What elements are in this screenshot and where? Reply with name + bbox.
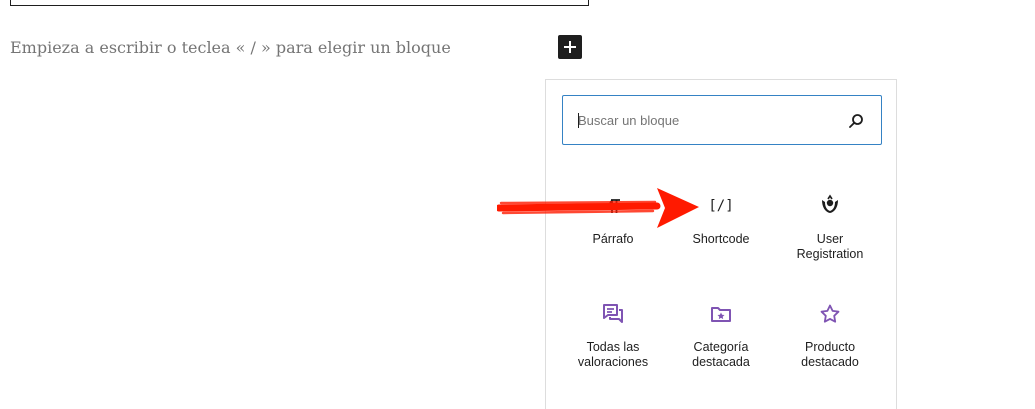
- text-cursor: [578, 113, 579, 128]
- block-item-featured-product[interactable]: Producto destacado: [775, 302, 885, 370]
- reviews-icon: [603, 304, 623, 323]
- star-icon: [820, 304, 840, 323]
- block-item-label: User Registration: [796, 232, 864, 261]
- block-item-featured-category[interactable]: Categoría destacada: [666, 302, 776, 370]
- block-placeholder[interactable]: Empieza a escribir o teclea « / » para e…: [10, 38, 451, 57]
- block-item-all-reviews[interactable]: Todas las valoraciones: [558, 302, 668, 370]
- block-item-label: Producto destacado: [801, 340, 859, 369]
- block-search[interactable]: [562, 95, 882, 145]
- block-item-label: Categoría destacada: [692, 340, 750, 369]
- plus-icon: [564, 41, 576, 53]
- annotation-arrow-icon: [497, 188, 699, 228]
- user-registration-icon: [822, 194, 838, 213]
- previous-block-border: [10, 0, 589, 6]
- block-item-label: Párrafo: [592, 232, 634, 246]
- search-input[interactable]: [578, 96, 838, 144]
- block-item-user-registration[interactable]: User Registration: [775, 194, 885, 262]
- block-item-label: Todas las valoraciones: [577, 340, 649, 369]
- block-inserter-panel: Párrafo [/] Shortcode User Registration …: [545, 79, 897, 409]
- search-icon: [849, 114, 863, 128]
- block-item-label: Shortcode: [692, 232, 750, 246]
- add-block-button[interactable]: [558, 35, 582, 59]
- featured-category-icon: [711, 307, 731, 322]
